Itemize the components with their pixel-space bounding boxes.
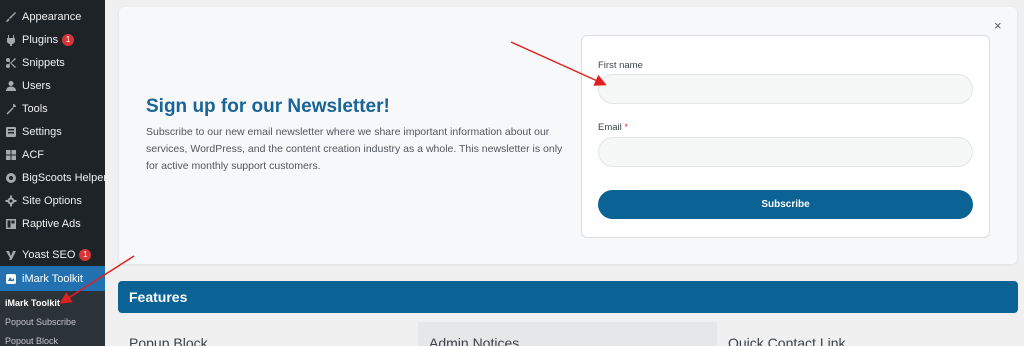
features-header bbox=[118, 281, 1018, 313]
yoast-icon bbox=[5, 249, 17, 261]
sidebar-item-label: Snippets bbox=[22, 56, 65, 69]
settings-icon bbox=[5, 126, 17, 138]
helper-icon bbox=[5, 172, 17, 184]
feature-title: Quick Contact Link bbox=[728, 335, 846, 346]
feature-title: Admin Notices bbox=[429, 335, 520, 346]
admin-sidebar: Appearance Plugins 1 Snippets Users Tool… bbox=[0, 0, 107, 346]
scissors-icon bbox=[5, 57, 17, 69]
first-name-field[interactable] bbox=[598, 74, 973, 104]
sidebar-item-label: Site Options bbox=[22, 194, 82, 207]
newsletter-title: Sign up for our Newsletter! bbox=[146, 96, 390, 117]
sidebar-item-appearance[interactable]: Appearance bbox=[0, 5, 105, 28]
sidebar-item-site-options[interactable]: Site Options bbox=[0, 189, 105, 212]
sidebar-item-users[interactable]: Users bbox=[0, 74, 105, 97]
sidebar-item-bigscoots-helper[interactable]: BigScoots Helper bbox=[0, 166, 107, 189]
imark-icon bbox=[5, 273, 17, 285]
sidebar-item-label: Plugins bbox=[22, 33, 59, 46]
paintbrush-icon bbox=[5, 11, 17, 23]
submenu-item-imark-toolkit[interactable]: iMark Toolkit bbox=[5, 298, 60, 308]
sidebar-item-tools[interactable]: Tools bbox=[0, 97, 105, 120]
sidebar-item-label: Raptive Ads bbox=[22, 217, 81, 230]
gear-icon bbox=[5, 195, 17, 207]
update-count-badge: 1 bbox=[62, 33, 75, 46]
first-name-label: First name bbox=[598, 60, 643, 71]
sidebar-item-label: BigScoots Helper bbox=[22, 171, 107, 184]
subscribe-button[interactable]: Subscribe bbox=[598, 190, 973, 219]
feature-title: Popup Block bbox=[129, 335, 208, 346]
sidebar-item-snippets[interactable]: Snippets bbox=[0, 51, 105, 74]
wrench-icon bbox=[5, 103, 17, 115]
sidebar-item-label: Tools bbox=[22, 102, 48, 115]
required-mark: * bbox=[624, 122, 629, 133]
ads-icon bbox=[5, 218, 17, 230]
notification-count-badge: 1 bbox=[79, 248, 92, 261]
sidebar-item-raptive-ads[interactable]: Raptive Ads bbox=[0, 212, 105, 235]
submenu-item-popout-block[interactable]: Popout Block bbox=[5, 336, 58, 346]
sidebar-item-plugins[interactable]: Plugins 1 bbox=[0, 28, 105, 51]
submenu-item-popout-subscribe[interactable]: Popout Subscribe bbox=[5, 317, 76, 327]
sidebar-item-label: Users bbox=[22, 79, 51, 92]
email-label-text: Email bbox=[598, 122, 622, 133]
sidebar-item-settings[interactable]: Settings bbox=[0, 120, 105, 143]
sidebar-item-label: Yoast SEO bbox=[22, 248, 76, 261]
newsletter-description: Subscribe to our new email newsletter wh… bbox=[146, 126, 563, 172]
sidebar-item-label: Appearance bbox=[22, 10, 82, 23]
sidebar-item-label: Settings bbox=[22, 125, 62, 138]
sidebar-item-imark-toolkit[interactable]: iMark Toolkit bbox=[0, 266, 105, 291]
email-field[interactable] bbox=[598, 137, 973, 167]
features-title: Features bbox=[129, 289, 188, 305]
sidebar-item-acf[interactable]: ACF bbox=[0, 143, 105, 166]
sidebar-item-yoast-seo[interactable]: Yoast SEO 1 bbox=[0, 243, 105, 266]
grid-icon bbox=[5, 149, 17, 161]
email-label: Email * bbox=[598, 122, 628, 133]
close-button[interactable]: × bbox=[994, 18, 1002, 33]
plug-icon bbox=[5, 34, 17, 46]
sidebar-item-label: ACF bbox=[22, 148, 44, 161]
sidebar-item-label: iMark Toolkit bbox=[22, 272, 83, 285]
user-icon bbox=[5, 80, 17, 92]
imark-toolkit-submenu: iMark Toolkit Popout Subscribe Popout Bl… bbox=[0, 291, 105, 346]
